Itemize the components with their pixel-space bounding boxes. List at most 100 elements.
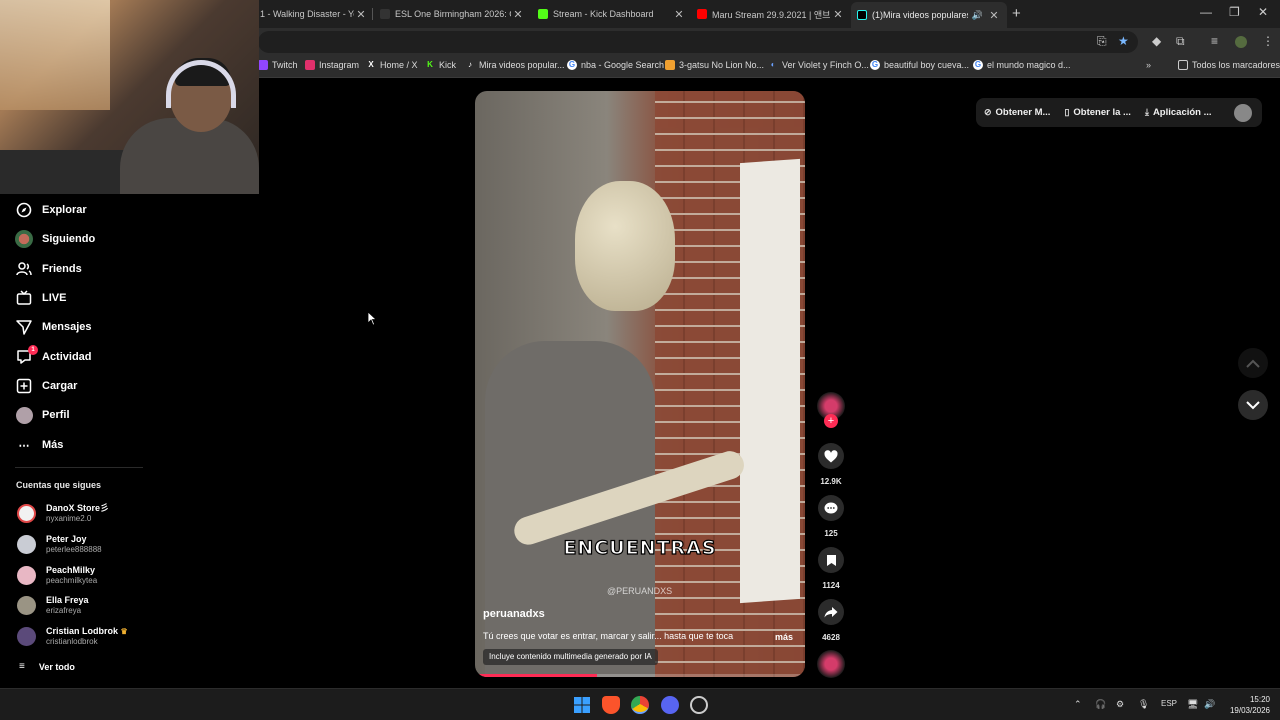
input-language[interactable]: ESP bbox=[1161, 699, 1177, 708]
nav-label: Perfil bbox=[42, 409, 70, 421]
tab-4[interactable]: Maru Stream 29.9.2021 | 앤브이 ✕ bbox=[697, 4, 845, 24]
share-button[interactable] bbox=[818, 599, 844, 625]
get-coins-button[interactable]: ⊘ Obtener M... bbox=[984, 107, 1050, 118]
sound-disc-icon[interactable] bbox=[817, 650, 845, 678]
headphones-tray-icon[interactable]: 🎧 bbox=[1095, 699, 1106, 710]
install-app-icon[interactable]: ⎘ bbox=[1097, 34, 1107, 49]
media-control-icon[interactable]: ≡ bbox=[1211, 34, 1218, 48]
all-bookmarks-folder[interactable]: Todos los marcadores bbox=[1178, 60, 1280, 70]
bookmarks-overflow-icon[interactable]: » bbox=[1146, 60, 1151, 70]
close-window-icon[interactable]: ✕ bbox=[1258, 5, 1268, 19]
tab-4-title: Maru Stream 29.9.2021 | 앤브이 bbox=[712, 9, 831, 20]
audio-playing-icon[interactable]: 🔊 bbox=[972, 10, 983, 21]
profile-avatar-icon[interactable] bbox=[1235, 36, 1247, 48]
network-tray-icon[interactable]: 🖥 bbox=[1187, 699, 1198, 710]
windows-start-icon[interactable] bbox=[573, 696, 591, 714]
tab-2[interactable]: ESL One Birmingham 2026: Gro ✕ bbox=[380, 4, 525, 24]
paper-plane-icon bbox=[15, 318, 33, 336]
clock-time: 15:20 bbox=[1249, 695, 1270, 704]
minimize-icon[interactable]: — bbox=[1200, 5, 1212, 19]
see-all-link[interactable]: ≡ Ver todo bbox=[19, 661, 75, 672]
microphone-tray-icon[interactable]: 🎙 bbox=[1138, 699, 1149, 710]
video-caption: Tú crees que votar es entrar, marcar y s… bbox=[483, 631, 734, 641]
video-progress-bar[interactable] bbox=[475, 674, 805, 677]
extension-diamond-icon[interactable]: ◆ bbox=[1152, 34, 1161, 48]
tab-3-title: Stream - Kick Dashboard bbox=[553, 9, 654, 19]
account-name: Cristian Lodbrok ♛ bbox=[46, 626, 128, 637]
tab-5-close-icon[interactable]: ✕ bbox=[987, 9, 1001, 22]
live-tv-icon bbox=[15, 289, 33, 307]
followed-account-item[interactable]: Peter Joy peterlee888888 bbox=[17, 534, 102, 554]
nav-live[interactable]: LIVE bbox=[15, 287, 66, 309]
bookmark-violet-finch[interactable]: ◐ Ver Violet y Finch O... bbox=[768, 60, 869, 70]
tab-5-title: (1)Mira videos populares so bbox=[872, 10, 968, 20]
volume-tray-icon[interactable]: 🔊 bbox=[1204, 699, 1215, 710]
follow-plus-icon[interactable]: + bbox=[824, 414, 838, 428]
followed-account-item[interactable]: DanoX Store彡 nyxanime2.0 bbox=[17, 503, 109, 523]
comment-count: 125 bbox=[824, 529, 838, 538]
bookmark-tiktok[interactable]: ♪ Mira videos popular... bbox=[465, 60, 565, 70]
tab-4-close-icon[interactable]: ✕ bbox=[831, 8, 845, 21]
nav-profile[interactable]: Perfil bbox=[15, 404, 70, 426]
previous-video-button[interactable] bbox=[1238, 348, 1268, 378]
get-coins-label: Obtener M... bbox=[995, 107, 1051, 118]
desktop-app-button[interactable]: ⤓ Aplicación ... bbox=[1145, 107, 1212, 118]
system-clock[interactable]: 15:20 19/03/2026 bbox=[1226, 694, 1270, 716]
tab-divider bbox=[372, 8, 373, 20]
tray-overflow-chevron-icon[interactable]: ⌃ bbox=[1074, 699, 1082, 710]
comment-button[interactable] bbox=[818, 495, 844, 521]
account-avatar bbox=[17, 595, 36, 615]
brave-browser-icon[interactable] bbox=[602, 696, 620, 714]
nav-more[interactable]: ⋯ Más bbox=[15, 434, 64, 456]
bookmark-star-icon[interactable]: ★ bbox=[1118, 34, 1129, 48]
restore-icon[interactable]: ❐ bbox=[1229, 5, 1240, 19]
share-count: 4628 bbox=[822, 633, 840, 642]
tab-5-active[interactable]: (1)Mira videos populares so 🔊 ✕ bbox=[851, 2, 1007, 28]
caption-more-button[interactable]: más bbox=[775, 632, 793, 642]
tab-3-close-icon[interactable]: ✕ bbox=[672, 8, 686, 21]
address-bar[interactable] bbox=[258, 31, 1138, 53]
extensions-puzzle-icon[interactable]: ⧉ bbox=[1176, 34, 1185, 49]
bookmark-x[interactable]: X Home / X bbox=[366, 60, 417, 70]
user-avatar[interactable] bbox=[1234, 104, 1252, 122]
followed-account-item[interactable]: Ella Freya erizafreya bbox=[17, 595, 89, 615]
get-app-button[interactable]: ▯ Obtener la ... bbox=[1064, 107, 1131, 118]
menu-kebab-icon[interactable]: ⋮ bbox=[1262, 34, 1274, 48]
bookmark-beautiful-boy[interactable]: Gbeautiful boy cueva... bbox=[870, 60, 969, 70]
bookmark-kick[interactable]: K Kick bbox=[425, 60, 456, 70]
nav-friends[interactable]: Friends bbox=[15, 258, 82, 280]
bookmark-icon bbox=[826, 554, 836, 566]
steam-tray-icon[interactable]: ⚙ bbox=[1116, 699, 1124, 710]
tab-1[interactable]: 1 - Walking Disaster - Yo ✕ bbox=[260, 4, 368, 24]
followed-account-item[interactable]: PeachMilky peachmilkytea bbox=[17, 565, 97, 585]
bookmark-google-nba[interactable]: Gnba - Google Search bbox=[567, 60, 664, 70]
nav-following[interactable]: Siguiendo bbox=[15, 228, 95, 250]
save-button[interactable] bbox=[818, 547, 844, 573]
next-video-button[interactable] bbox=[1238, 390, 1268, 420]
new-tab-icon[interactable]: + bbox=[1012, 5, 1021, 22]
like-count: 12.9K bbox=[820, 477, 842, 486]
chrome-browser-icon[interactable] bbox=[631, 696, 649, 714]
tab-2-close-icon[interactable]: ✕ bbox=[511, 8, 525, 21]
tab-3[interactable]: Stream - Kick Dashboard ✕ bbox=[538, 4, 686, 24]
account-avatar bbox=[17, 534, 36, 554]
nav-explore[interactable]: Explorar bbox=[15, 199, 87, 221]
nav-messages[interactable]: Mensajes bbox=[15, 316, 92, 338]
bookmark-berserk[interactable]: 3-gatsu No Lion No... bbox=[665, 60, 764, 70]
nav-activity[interactable]: 1 Actividad bbox=[15, 345, 92, 368]
followed-account-item[interactable]: Cristian Lodbrok ♛ cristianlodbrok bbox=[17, 626, 128, 646]
nav-upload[interactable]: Cargar bbox=[15, 375, 77, 397]
upload-plus-icon bbox=[15, 377, 33, 395]
tab-1-close-icon[interactable]: ✕ bbox=[354, 8, 368, 21]
bookmark-twitch[interactable]: Twitch bbox=[258, 60, 298, 70]
steelseries-icon[interactable] bbox=[690, 696, 708, 714]
like-button[interactable] bbox=[818, 443, 844, 469]
bookmark-mundo-magico[interactable]: Gel mundo magico d... bbox=[973, 60, 1071, 70]
bookmark-instagram[interactable]: Instagram bbox=[305, 60, 359, 70]
account-handle: cristianlodbrok bbox=[46, 637, 98, 646]
list-icon: ≡ bbox=[19, 661, 25, 672]
video-author[interactable]: peruanadxs bbox=[483, 608, 545, 620]
video-player[interactable]: ENCUENTRAS @PERUANDXS peruanadxs Tú cree… bbox=[475, 91, 805, 677]
discord-icon[interactable] bbox=[661, 696, 679, 714]
bookmark-label: Twitch bbox=[272, 60, 298, 70]
